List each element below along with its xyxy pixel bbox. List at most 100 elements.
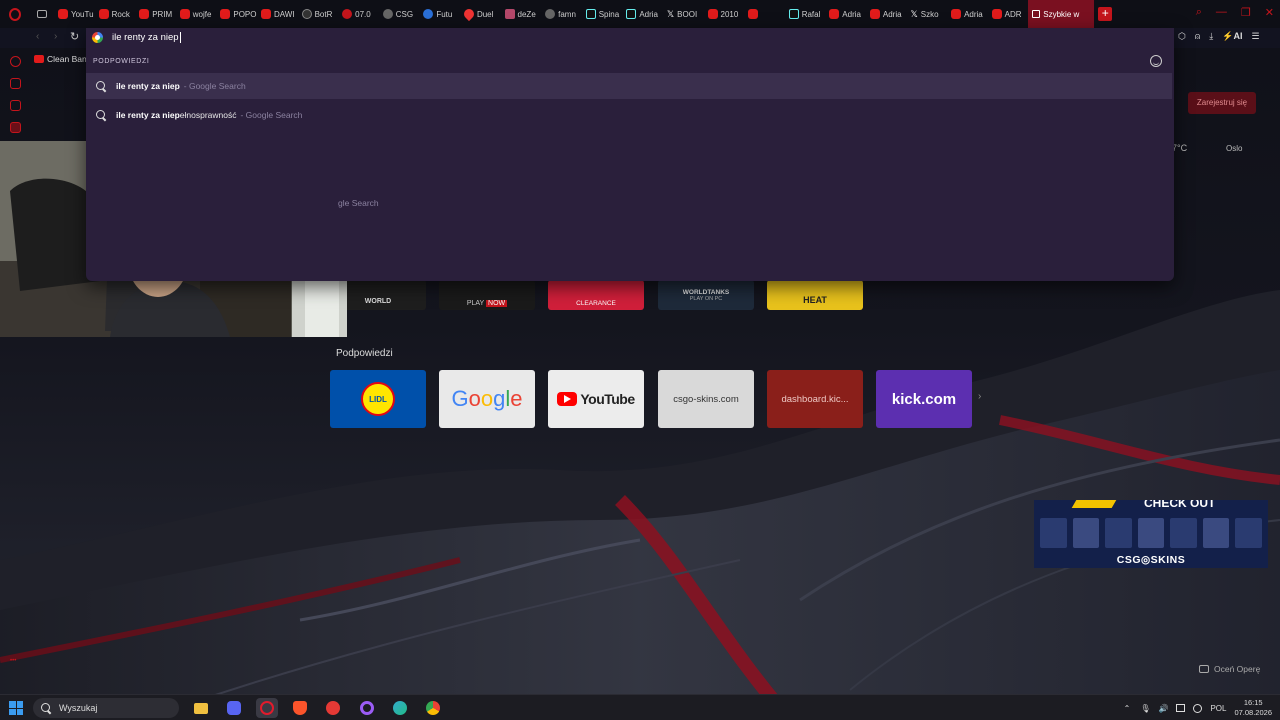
browser-tab[interactable]: Adria [947, 0, 988, 28]
suggestions-heading: PODPOWIEDZI [93, 58, 150, 65]
tile-label: csgo-skins.com [673, 393, 739, 405]
browser-tab[interactable]: Rock [95, 0, 136, 28]
purple-app[interactable] [356, 698, 378, 718]
emoji-picker-icon[interactable] [1150, 55, 1162, 67]
browser-tab[interactable]: POPO [216, 0, 257, 28]
browser-tab[interactable]: wojfe [176, 0, 217, 28]
aria-ai-button[interactable]: ⚡AI [1222, 31, 1242, 42]
active-tab[interactable]: Szybkie w [1028, 0, 1095, 28]
opera-app[interactable] [256, 698, 278, 718]
windows-taskbar: Wyszukaj ⌃ 🎙 🔊 POL 16:15 07.08.2026 [0, 694, 1280, 720]
easy-setup-icon[interactable]: ☰ [1251, 31, 1259, 42]
clock[interactable]: 16:15 07.08.2026 [1234, 698, 1272, 718]
twitch-icon[interactable] [10, 100, 21, 111]
file-explorer-app[interactable] [190, 698, 212, 718]
display-icon[interactable] [1176, 704, 1186, 712]
history-icon[interactable] [10, 56, 21, 67]
browser-tab[interactable]: Futu [419, 0, 460, 28]
rate-opera-button[interactable]: Oceń Operę [1199, 664, 1260, 674]
browser-tab[interactable]: Spina [582, 0, 623, 28]
microphone-icon[interactable]: 🎙 [1140, 704, 1150, 713]
weather-city[interactable]: Oslo [1226, 144, 1242, 153]
download-icon[interactable]: ⤓ [1209, 31, 1213, 42]
maximize-button[interactable]: ❐ [1241, 6, 1251, 19]
browser-tab[interactable]: PRIM [135, 0, 176, 28]
reload-button[interactable]: ↻ [70, 30, 79, 43]
browser-tab[interactable]: YouTu [54, 0, 95, 28]
speed-dial-tile-kick[interactable]: kick.com [876, 370, 972, 428]
speed-dial-tile-lidl[interactable]: LIDL [330, 370, 426, 428]
browser-tab[interactable]: 𝕏 BOOI [663, 0, 704, 28]
browser-tab[interactable]: deZe [501, 0, 542, 28]
tile-partial-sublabel: PLAY ON PC [689, 295, 723, 302]
minimize-button[interactable]: — [1216, 6, 1227, 19]
tiktok-icon [788, 9, 799, 19]
browser-tab[interactable]: BotR [298, 0, 339, 28]
speed-dial-tile-partial-3[interactable]: CLEARANCE [548, 280, 644, 310]
address-bar[interactable]: ile renty za niep [86, 28, 1174, 46]
youtube-icon [748, 9, 759, 19]
window-controls: ⌕ — ❐ ✕ [1196, 6, 1274, 19]
tab-overview-button[interactable] [30, 10, 54, 18]
browser-tab[interactable]: Duel [460, 0, 501, 28]
opera-menu-button[interactable] [0, 7, 30, 21]
speed-dial-tile-dashboard-kick[interactable]: dashboard.kic... [767, 370, 863, 428]
browser-tab[interactable]: 2010 [704, 0, 745, 28]
tab-label: DAWI [273, 9, 295, 19]
speed-dial-tile-csgo-skins[interactable]: csgo-skins.com [658, 370, 754, 428]
language-indicator[interactable]: POL [1210, 704, 1226, 713]
browser-tab[interactable]: 𝕏 Szko [906, 0, 947, 28]
browser-tab[interactable]: DAWI [257, 0, 298, 28]
browser-tab[interactable]: 07.0 [338, 0, 379, 28]
csgo-skins-ad[interactable]: CHECK OUT CSG◎SKINS [1034, 500, 1268, 568]
browser-tab[interactable]: CSG [379, 0, 420, 28]
browser-tab[interactable]: famn [541, 0, 582, 28]
register-button[interactable]: Zarejestruj się [1188, 92, 1256, 114]
steelseries-app[interactable] [322, 698, 344, 718]
edge-app[interactable] [389, 698, 411, 718]
volume-icon[interactable]: 🔊 [1158, 704, 1168, 713]
messenger-icon[interactable] [10, 122, 21, 133]
profile-icon[interactable]: ⍝ [1195, 31, 1200, 42]
start-button[interactable] [9, 701, 23, 715]
suggestion-item[interactable]: ile renty za niep ełnosprawność - Google … [86, 102, 1172, 128]
discord-app[interactable] [223, 698, 245, 718]
close-window-button[interactable]: ✕ [1265, 6, 1274, 19]
browser-tab[interactable]: Adria [622, 0, 663, 28]
sidebar-more-icon[interactable]: ••• [10, 658, 16, 664]
back-button[interactable]: ‹ [36, 31, 39, 42]
workspace-icon[interactable] [10, 78, 21, 89]
new-tab-button[interactable]: + [1098, 7, 1113, 21]
speed-dial-tile-google[interactable]: Google [439, 370, 535, 428]
google-search-engine-icon [92, 31, 103, 43]
tab-label: POPO [233, 9, 257, 19]
suggestion-item[interactable]: ile renty za niep - Google Search [86, 73, 1172, 99]
brave-app[interactable] [289, 698, 311, 718]
youtube-icon [98, 9, 109, 19]
browser-tab[interactable]: Adria [825, 0, 866, 28]
browser-tab[interactable]: ADR [988, 0, 1029, 28]
speed-dial-tile-partial-5[interactable]: HEAT [767, 280, 863, 310]
youtube-wordmark: YouTube [580, 391, 635, 407]
search-icon [96, 80, 107, 92]
browser-tab[interactable]: Rafal [785, 0, 826, 28]
edge-icon [393, 701, 407, 715]
speed-dial-next-arrow[interactable]: › [978, 391, 981, 402]
speed-dial-tile-youtube[interactable]: YouTube [548, 370, 644, 428]
speed-dial-tile-partial-2[interactable]: PLAY NOW [439, 280, 535, 310]
address-input[interactable]: ile renty za niep [112, 32, 179, 43]
taskbar-search[interactable]: Wyszukaj [33, 698, 179, 718]
speed-dial-tile-partial-4[interactable]: WORLDTANKS PLAY ON PC [658, 280, 754, 310]
ring-icon [360, 701, 374, 715]
network-icon[interactable] [1193, 703, 1203, 713]
chevron-up-icon[interactable]: ⌃ [1124, 704, 1131, 713]
browser-tab[interactable] [744, 0, 785, 28]
browser-tab[interactable]: Adria [866, 0, 907, 28]
chrome-app[interactable] [422, 698, 444, 718]
tab-label: famn [558, 9, 576, 19]
extensions-icon[interactable]: ⬡ [1178, 31, 1186, 42]
forward-button[interactable]: › [54, 31, 57, 42]
search-icon [96, 109, 107, 121]
bookmark-item[interactable]: Clean Ban [34, 54, 87, 64]
tab-search-icon[interactable]: ⌕ [1196, 6, 1202, 19]
